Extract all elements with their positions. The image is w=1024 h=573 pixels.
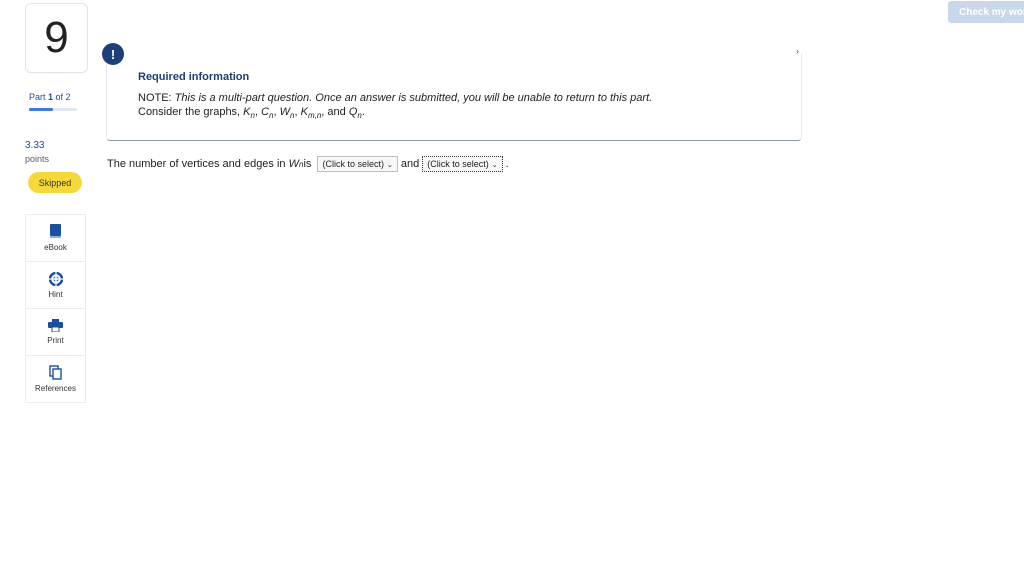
- graph-c: C: [261, 106, 270, 118]
- note-body: This is a multi-part question. Once an a…: [174, 92, 653, 104]
- check-my-work-button[interactable]: Check my work: [948, 1, 1024, 23]
- graph-k: K: [243, 106, 251, 118]
- printer-icon: [48, 319, 63, 332]
- tool-label: References: [35, 384, 76, 393]
- part-indicator: Part 1 of 2: [29, 92, 71, 102]
- question-prompt: The number of vertices and edges in Wn i…: [107, 156, 509, 172]
- graph-w-sub: n: [290, 111, 295, 121]
- question-number: 9: [25, 3, 88, 73]
- consider-and: , and: [321, 106, 349, 118]
- vertices-select[interactable]: (Click to select) ⌄: [317, 156, 398, 172]
- graph-kmn: K: [300, 106, 308, 118]
- note-prefix: NOTE:: [138, 92, 175, 104]
- consider-prefix: Consider the graphs,: [138, 106, 244, 118]
- select-value: (Click to select): [427, 159, 489, 169]
- part-of: of 2: [53, 92, 71, 102]
- tool-hint[interactable]: Hint: [26, 262, 85, 309]
- tool-label: Hint: [48, 289, 63, 299]
- consider-end: .: [361, 106, 365, 118]
- prompt-graph: W: [288, 158, 299, 170]
- tool-references[interactable]: References: [26, 356, 85, 402]
- tool-print[interactable]: Print: [26, 309, 85, 356]
- tools-panel: eBook Hint Print References: [25, 214, 86, 403]
- points-value: 3.33: [25, 140, 45, 151]
- status-badge: Skipped: [28, 172, 82, 193]
- tool-ebook[interactable]: eBook: [26, 215, 85, 262]
- prompt-is: is: [303, 158, 312, 170]
- graph-k-sub: n: [250, 111, 255, 121]
- points-label: points: [25, 154, 50, 164]
- tool-label: eBook: [44, 243, 67, 252]
- prompt-end: .: [505, 158, 509, 170]
- required-info-title: Required information: [138, 71, 250, 83]
- graph-kmn-sub: m,n: [307, 111, 322, 121]
- select-value: (Click to select): [322, 159, 384, 169]
- lifebuoy-icon: [48, 271, 63, 286]
- note-text: NOTE: This is a multi-part question. Onc…: [138, 92, 652, 104]
- graph-w: W: [279, 106, 291, 118]
- copy-icon: [49, 365, 62, 380]
- graph-c-sub: n: [269, 111, 274, 121]
- collapse-icon[interactable]: ›: [796, 46, 799, 56]
- consider-text: Consider the graphs, Kn, Cn, Wn, Km,n, a…: [138, 106, 365, 121]
- tool-label: Print: [47, 336, 64, 345]
- edges-select[interactable]: (Click to select) ⌄: [422, 156, 503, 172]
- prompt-before: The number of vertices and edges in: [107, 158, 286, 170]
- chevron-down-icon: ⌄: [386, 162, 393, 169]
- part-prefix: Part: [29, 92, 49, 102]
- book-icon: [49, 224, 62, 239]
- chevron-down-icon: ⌄: [491, 162, 498, 169]
- part-progress-bar: [29, 108, 77, 111]
- part-progress-fill: [29, 108, 53, 111]
- alert-icon: !: [102, 43, 124, 65]
- prompt-and: and: [400, 158, 420, 170]
